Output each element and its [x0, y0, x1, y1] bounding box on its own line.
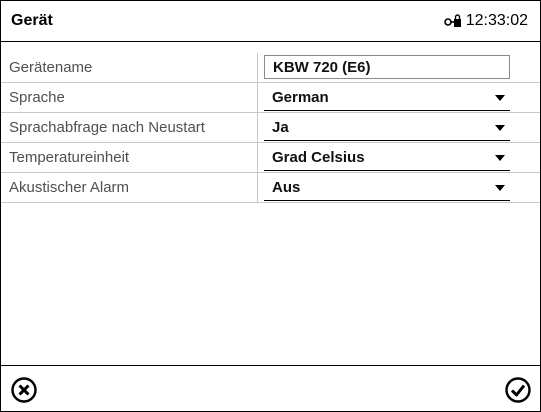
key-lock-icon [443, 14, 461, 27]
dropdown-arrow-icon [495, 155, 505, 161]
temperature-unit-select[interactable]: Grad Celsius [264, 145, 510, 171]
column-divider [257, 173, 258, 202]
setting-label: Sprachabfrage nach Neustart [9, 119, 205, 136]
column-divider [257, 83, 258, 112]
cancel-button[interactable] [10, 376, 38, 404]
confirm-check-circle-icon [505, 377, 531, 403]
confirm-button[interactable] [504, 376, 532, 404]
setting-row-language: Sprache German [1, 83, 540, 113]
page-title: Gerät [11, 12, 53, 29]
setting-row-temperature-unit: Temperatureinheit Grad Celsius [1, 143, 540, 173]
language-select[interactable]: German [264, 85, 510, 111]
temperature-unit-value: Grad Celsius [272, 149, 365, 166]
settings-list: Gerätename KBW 720 (E6) Sprache German S… [1, 53, 540, 203]
column-divider [257, 53, 258, 82]
device-name-input[interactable]: KBW 720 (E6) [264, 55, 510, 79]
setting-label: Temperatureinheit [9, 149, 130, 166]
clock: 12:33:02 [443, 12, 528, 30]
device-name-value: KBW 720 (E6) [273, 59, 371, 76]
column-divider [257, 113, 258, 142]
language-prompt-value: Ja [272, 119, 289, 136]
dropdown-arrow-icon [495, 125, 505, 131]
dropdown-arrow-icon [495, 95, 505, 101]
device-settings-screen: Gerät 12:33:02 Gerätename KBW 720 (E6) S… [0, 0, 541, 412]
setting-label: Sprache [9, 89, 65, 106]
dropdown-arrow-icon [495, 185, 505, 191]
clock-time: 12:33:02 [465, 12, 528, 29]
setting-row-language-prompt: Sprachabfrage nach Neustart Ja [1, 113, 540, 143]
language-prompt-select[interactable]: Ja [264, 115, 510, 141]
action-bar [1, 365, 540, 411]
setting-label: Akustischer Alarm [9, 179, 130, 196]
cancel-circle-icon [11, 377, 37, 403]
column-divider [257, 143, 258, 172]
title-bar: Gerät 12:33:02 [1, 1, 540, 42]
acoustic-alarm-select[interactable]: Aus [264, 175, 510, 201]
language-value: German [272, 89, 329, 106]
setting-label: Gerätename [9, 59, 93, 76]
setting-row-acoustic-alarm: Akustischer Alarm Aus [1, 173, 540, 203]
setting-row-device-name: Gerätename KBW 720 (E6) [1, 53, 540, 83]
acoustic-alarm-value: Aus [272, 179, 301, 196]
